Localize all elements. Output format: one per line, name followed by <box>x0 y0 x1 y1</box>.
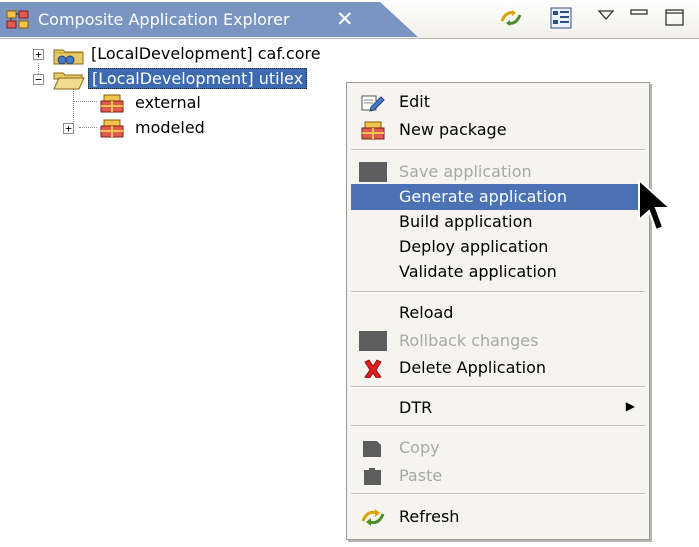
menu-separator <box>351 291 645 293</box>
menu-item-new-package[interactable]: New package <box>351 117 645 143</box>
menu-item-save-application[interactable]: Save application <box>351 159 645 185</box>
menu-item-deploy-application[interactable]: Deploy application <box>351 234 645 260</box>
disabled-placeholder-icon <box>359 331 387 351</box>
tree-node-utilex[interactable]: [LocalDevelopment] utilex <box>88 68 308 89</box>
refresh-icon <box>361 509 385 526</box>
disabled-placeholder-icon <box>359 162 387 182</box>
menu-item-refresh[interactable]: Refresh <box>351 504 645 530</box>
view-menu-icon[interactable] <box>594 5 620 31</box>
close-icon[interactable]: ✕ <box>336 7 354 31</box>
menu-item-delete-application[interactable]: Delete Application <box>351 355 645 381</box>
submenu-arrow-icon: ▶ <box>625 399 635 413</box>
context-menu: Edit New package Save application Genera… <box>346 82 650 540</box>
package-icon <box>100 119 124 138</box>
open-folder-icon <box>53 72 85 90</box>
view-tab[interactable]: Composite Application Explorer ✕ <box>0 2 418 37</box>
menu-item-paste[interactable]: Paste <box>351 463 645 489</box>
tree-node-external[interactable]: external <box>132 93 204 112</box>
collapse-toggle[interactable]: − <box>33 74 44 85</box>
expand-toggle[interactable]: + <box>63 123 74 134</box>
package-icon <box>100 94 124 113</box>
paste-icon <box>364 468 381 485</box>
menu-separator <box>351 386 645 388</box>
mouse-cursor-icon <box>638 178 673 232</box>
expand-toggle[interactable]: + <box>33 49 44 60</box>
tree-guide-line <box>73 101 97 102</box>
menu-item-copy[interactable]: Copy <box>351 435 645 461</box>
menu-item-edit[interactable]: Edit <box>351 89 645 115</box>
tree-node-caf-core[interactable]: [LocalDevelopment] caf.core <box>88 44 324 63</box>
menu-separator <box>351 493 645 495</box>
delete-icon <box>364 359 382 378</box>
minimize-icon[interactable] <box>627 5 653 31</box>
menu-item-validate-application[interactable]: Validate application <box>351 259 645 285</box>
menu-item-build-application[interactable]: Build application <box>351 209 645 235</box>
tree-node-modeled[interactable]: modeled <box>132 118 208 137</box>
tree-guide-line <box>79 127 97 128</box>
package-icon <box>361 121 385 140</box>
view-title-bar: Composite Application Explorer ✕ <box>0 0 699 39</box>
layout-icon[interactable] <box>548 5 574 31</box>
view-title: Composite Application Explorer <box>38 10 290 29</box>
menu-separator <box>351 149 645 151</box>
menu-item-rollback-changes[interactable]: Rollback changes <box>351 328 645 354</box>
composite-app-icon <box>6 10 29 29</box>
copy-icon <box>363 441 381 457</box>
menu-separator <box>351 425 645 427</box>
menu-item-dtr[interactable]: DTR ▶ <box>351 395 645 421</box>
menu-item-reload[interactable]: Reload <box>351 300 645 326</box>
maximize-icon[interactable] <box>662 5 688 31</box>
edit-icon <box>361 95 385 112</box>
link-with-editor-icon[interactable] <box>498 5 524 31</box>
project-folder-icon <box>53 49 84 65</box>
menu-item-generate-application[interactable]: Generate application <box>351 184 645 210</box>
